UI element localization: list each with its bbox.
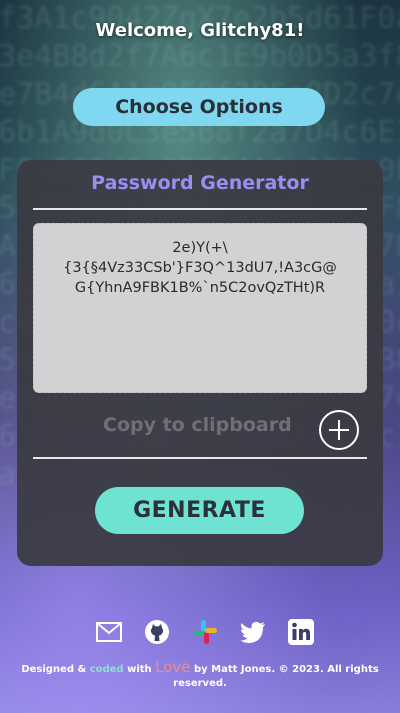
mail-icon[interactable] (95, 618, 123, 646)
password-line: G{YhnA9FBK1B%`n5C2ovQzTHt)R (74, 280, 326, 296)
choose-options-button[interactable]: Choose Options (73, 88, 325, 126)
linkedin-icon[interactable] (287, 618, 315, 646)
copy-plus-icon[interactable] (319, 410, 359, 450)
welcome-message: Welcome, Glitchy81! (95, 20, 305, 41)
footer-coded: coded (89, 664, 124, 675)
social-links (95, 618, 315, 646)
password-generator-card: Password Generator 2e)Y(+\ {3{§4Vz33CSb'… (17, 160, 383, 566)
bottom-divider (33, 457, 367, 459)
copy-to-clipboard-label: Copy to clipboard (103, 414, 292, 436)
github-icon[interactable] (143, 618, 171, 646)
top-divider (33, 208, 367, 210)
slack-icon[interactable] (191, 618, 219, 646)
password-output[interactable]: 2e)Y(+\ {3{§4Vz33CSb'}F3Q^13dU7,!A3cG@ G… (33, 223, 367, 393)
password-line: {3{§4Vz33CSb'}F3Q^13dU7,!A3cG@ (63, 260, 337, 276)
password-line: 2e)Y(+\ (172, 240, 228, 256)
generate-button[interactable]: GENERATE (95, 487, 304, 534)
twitter-icon[interactable] (239, 618, 267, 646)
footer: Designed & coded with Love by Matt Jones… (20, 660, 380, 691)
footer-designed: Designed & (21, 664, 87, 675)
footer-with: with (127, 664, 152, 675)
card-title: Password Generator (91, 172, 309, 194)
footer-credits: by Matt Jones. © 2023. All rights reserv… (173, 664, 379, 689)
footer-love: Love (155, 658, 191, 676)
